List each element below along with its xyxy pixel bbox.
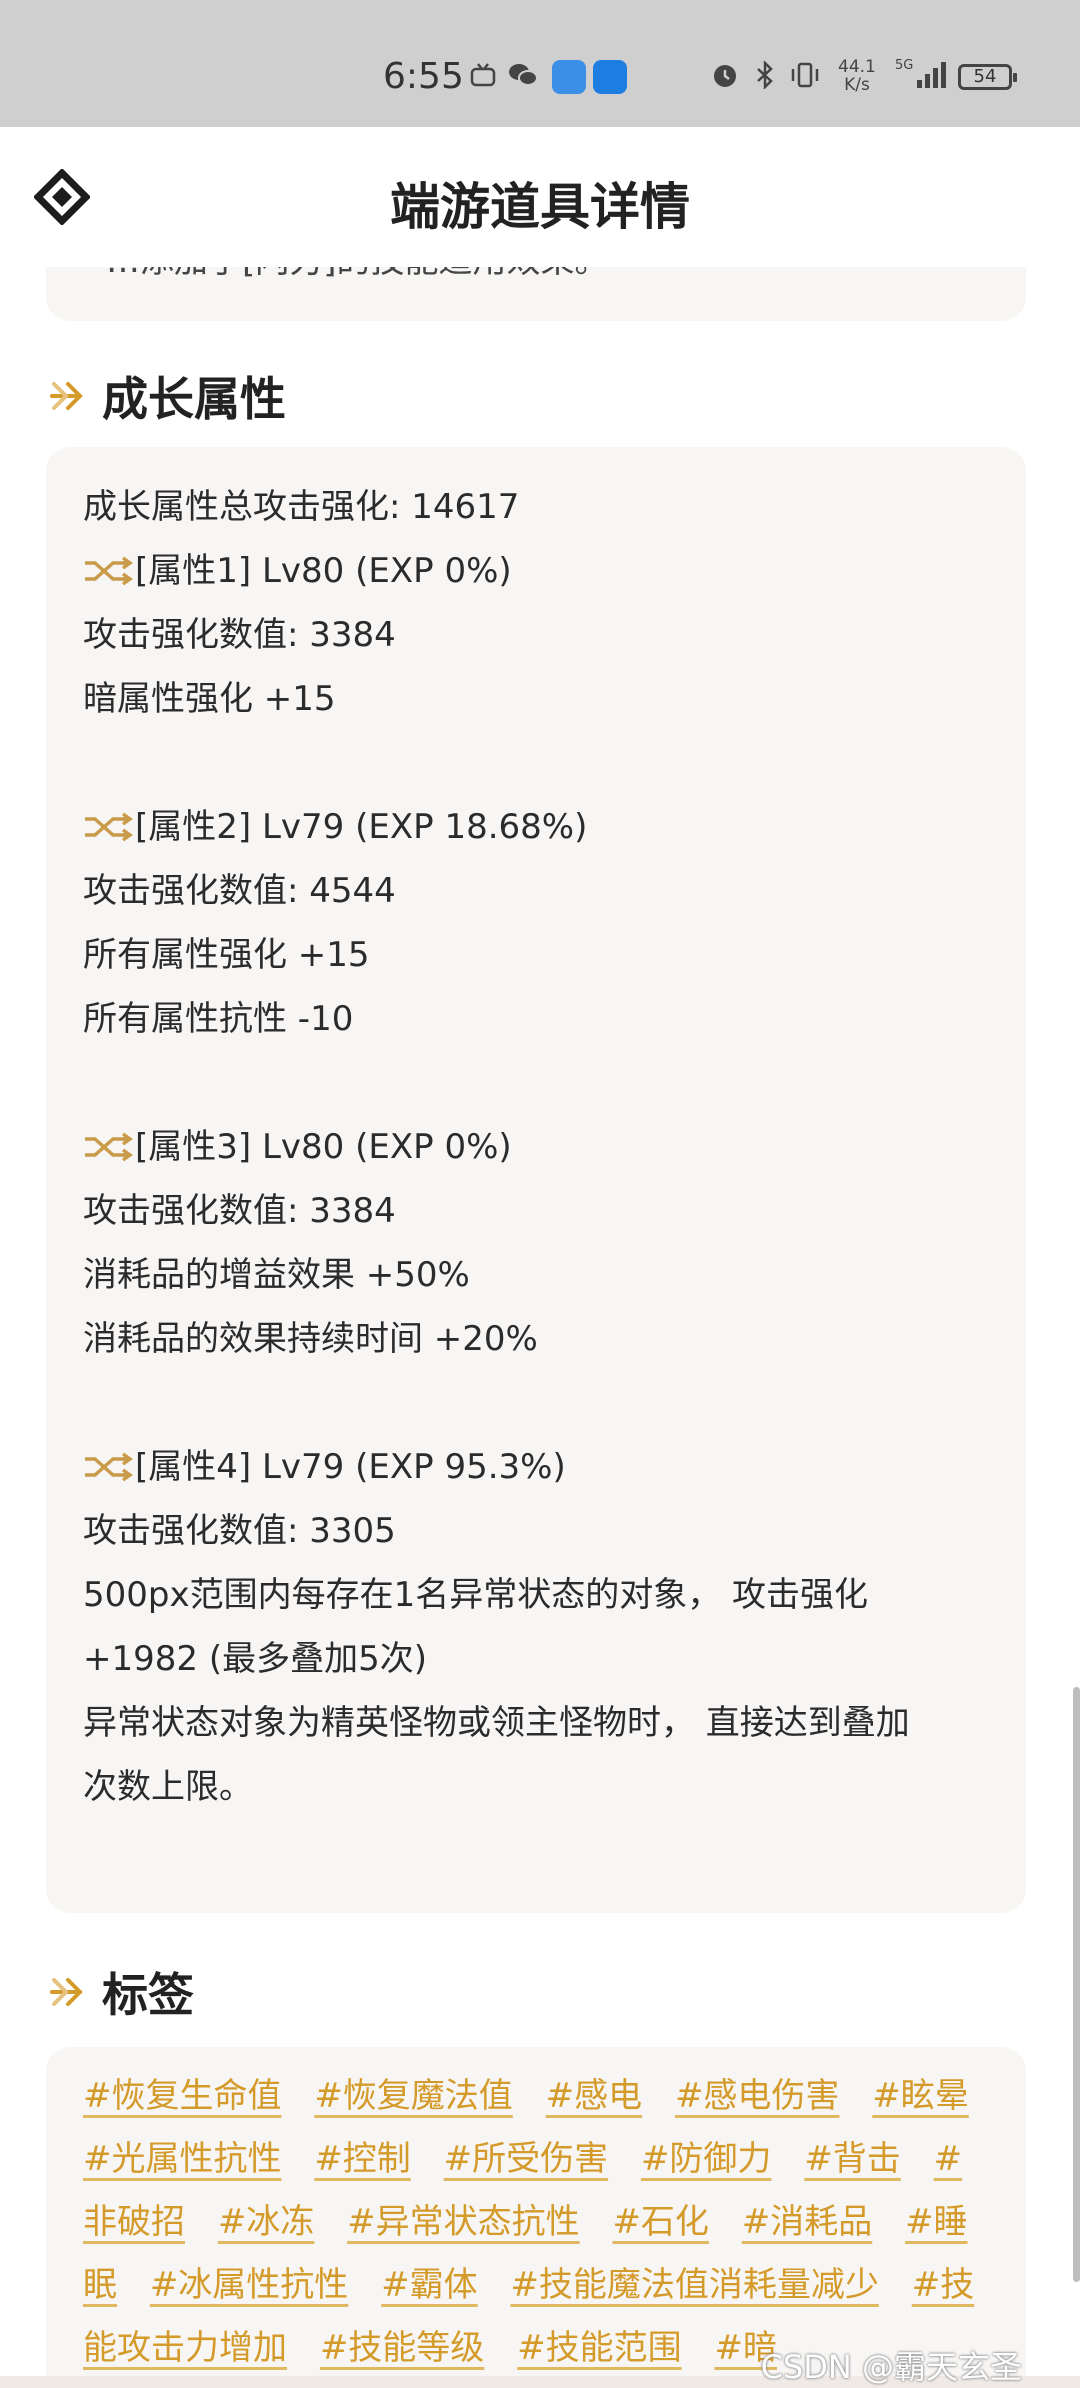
attr-head: [属性2] Lv79 (EXP 18.68%) xyxy=(83,795,1003,859)
section-arrow-icon xyxy=(50,1978,83,2006)
tag-link[interactable]: #消耗品 xyxy=(742,2202,873,2242)
growth-section-header: 成长属性 xyxy=(46,363,286,429)
previous-card: …添加了[闪刃]的技能适用效果。 xyxy=(46,267,1026,321)
tag-link[interactable]: #感电伤害 xyxy=(675,2076,840,2116)
network-speed: 44.1 K/s xyxy=(838,58,876,94)
tag-link[interactable]: #背击 xyxy=(804,2139,901,2179)
attr-line: 暗属性强化 +15 xyxy=(83,679,336,719)
growth-lines: 成长属性总攻击强化: 14617 [属性1] Lv80 (EXP 0%) 攻击强… xyxy=(83,475,1003,1819)
attr-line: 所有属性强化 +15 xyxy=(83,935,370,975)
browser-app-icon xyxy=(552,60,586,94)
tag-link[interactable]: #冰属性抗性 xyxy=(150,2265,349,2305)
previous-card-text: …添加了[闪刃]的技能适用效果。 xyxy=(106,267,609,282)
section-arrow-icon xyxy=(50,382,83,410)
tag-link[interactable]: #异常状态抗性 xyxy=(347,2202,580,2242)
watermark: CSDN @霸天玄圣 xyxy=(760,2348,1022,2386)
attr-head: [属性1] Lv80 (EXP 0%) xyxy=(83,539,1003,603)
tag-link[interactable]: #技能魔法值消耗量减少 xyxy=(510,2265,879,2305)
bluetooth-icon xyxy=(750,60,780,90)
attr-line: 所有属性抗性 -10 xyxy=(83,999,354,1039)
page-title: 端游道具详情 xyxy=(390,178,690,236)
net-speed-unit: K/s xyxy=(844,75,870,95)
tag-link[interactable]: #霸体 xyxy=(381,2265,478,2305)
tags-section-header: 标签 xyxy=(46,1959,194,2025)
scrollbar[interactable] xyxy=(1073,1687,1080,2282)
shuffle-icon xyxy=(85,812,134,842)
shuffle-icon xyxy=(85,556,134,586)
tv-app-icon xyxy=(468,60,498,90)
attr-head-text: [属性3] Lv80 (EXP 0%) xyxy=(135,1127,512,1167)
attr-line: 消耗品的增益效果 +50% xyxy=(83,1255,470,1295)
wechat-icon xyxy=(508,60,538,90)
battery-indicator: 54 xyxy=(958,64,1017,90)
tag-list: #恢复生命值 #恢复魔法值 #感电 #感电伤害 #眩晕 #光属性抗性 #控制 #… xyxy=(83,2065,993,2376)
growth-total: 成长属性总攻击强化: 14617 xyxy=(83,487,520,527)
tag-link[interactable]: #石化 xyxy=(612,2202,709,2242)
tag-link[interactable]: #恢复生命值 xyxy=(83,2076,282,2116)
tags-card: #恢复生命值 #恢复魔法值 #感电 #感电伤害 #眩晕 #光属性抗性 #控制 #… xyxy=(46,2047,1026,2376)
attr-line: 攻击强化数值: 3384 xyxy=(83,615,396,655)
attr-line: 攻击强化数值: 4544 xyxy=(83,871,396,911)
attr-line: 攻击强化数值: 3305 xyxy=(83,1511,396,1551)
attr-line: 500px范围内每存在1名异常状态的对象， 攻击强化 xyxy=(83,1575,869,1615)
attr-line: 异常状态对象为精英怪物或领主怪物时， 直接达到叠加 xyxy=(83,1703,910,1743)
tag-link[interactable]: #控制 xyxy=(314,2139,411,2179)
signal-label: 5G xyxy=(895,58,914,73)
attr-head-text: [属性4] Lv79 (EXP 95.3%) xyxy=(135,1447,566,1487)
tag-link[interactable]: #恢复魔法值 xyxy=(314,2076,513,2116)
growth-section-title: 成长属性 xyxy=(102,372,286,426)
attr-head-text: [属性2] Lv79 (EXP 18.68%) xyxy=(135,807,588,847)
attr-line: +1982 (最多叠加5次) xyxy=(83,1639,427,1679)
tag-link[interactable]: #防御力 xyxy=(641,2139,772,2179)
qq-app-icon xyxy=(593,60,627,94)
detail-content[interactable]: …添加了[闪刃]的技能适用效果。 成长属性 成长属性总攻击强化: 14617 [… xyxy=(0,267,1080,2376)
tag-link[interactable]: #所受伤害 xyxy=(444,2139,609,2179)
tag-link[interactable]: #光属性抗性 xyxy=(83,2139,282,2179)
alarm-icon xyxy=(710,60,740,90)
attr-line: 消耗品的效果持续时间 +20% xyxy=(83,1319,538,1359)
attr-head-text: [属性1] Lv80 (EXP 0%) xyxy=(135,551,512,591)
tag-link[interactable]: #冰冻 xyxy=(218,2202,315,2242)
shuffle-icon xyxy=(85,1452,134,1482)
growth-card: 成长属性总攻击强化: 14617 [属性1] Lv80 (EXP 0%) 攻击强… xyxy=(46,447,1026,1913)
status-bar: 6:55 44.1 K/s 5G 54 xyxy=(0,0,1080,127)
tag-link[interactable]: #眩晕 xyxy=(872,2076,969,2116)
tag-link[interactable]: #技能等级 xyxy=(320,2328,485,2368)
vibrate-icon xyxy=(790,60,820,90)
attr-line: 次数上限。 xyxy=(83,1767,253,1807)
top-nav-bar: 端游道具详情 xyxy=(0,127,1080,267)
status-time: 6:55 xyxy=(383,56,464,97)
attr-head: [属性4] Lv79 (EXP 95.3%) xyxy=(83,1435,1003,1499)
attr-line: 攻击强化数值: 3384 xyxy=(83,1191,396,1231)
signal-icon: 5G xyxy=(895,58,951,90)
tag-link[interactable]: #感电 xyxy=(546,2076,643,2116)
tag-link[interactable]: #技能范围 xyxy=(517,2328,682,2368)
shuffle-icon xyxy=(85,1132,134,1162)
net-speed-value: 44.1 xyxy=(838,57,876,77)
tags-section-title: 标签 xyxy=(102,1968,194,2022)
attr-head: [属性3] Lv80 (EXP 0%) xyxy=(83,1115,1003,1179)
